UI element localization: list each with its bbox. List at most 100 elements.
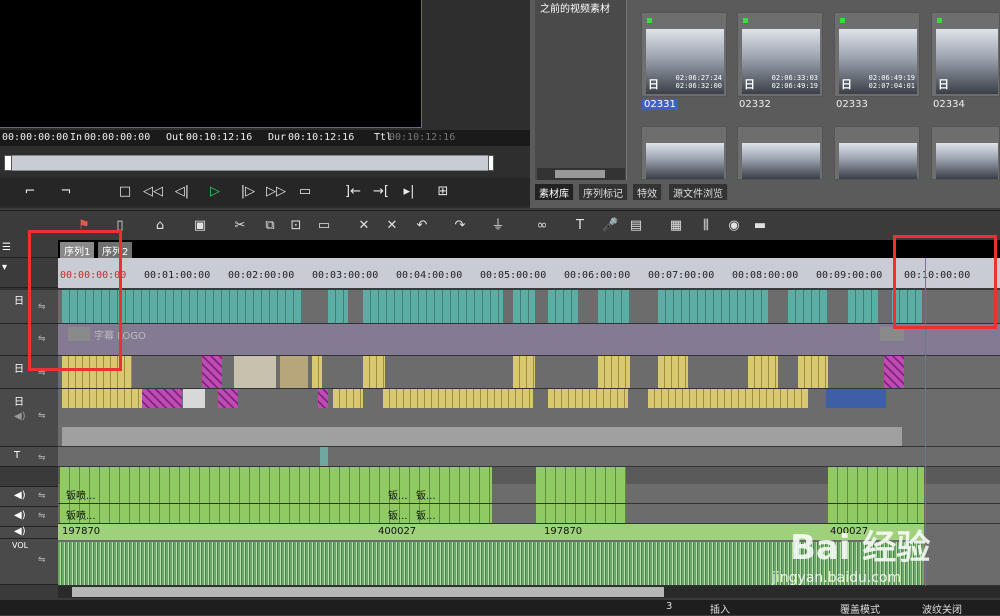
title-track[interactable]: 字幕 LOGO (58, 324, 1000, 356)
audio-clip[interactable] (60, 484, 380, 503)
ripple-delete-icon[interactable]: ✕ (356, 218, 372, 234)
scrub-handle[interactable] (4, 155, 12, 171)
timeline-scroll-thumb[interactable] (72, 587, 664, 597)
track-header-a2[interactable]: ◀) ⇋ (0, 507, 58, 527)
audio-clip[interactable] (60, 504, 380, 523)
mark-out-icon[interactable]: ¬ (58, 182, 74, 202)
copy-icon[interactable]: ⧉ (262, 218, 278, 234)
tab-effects[interactable]: 特效 (633, 184, 662, 200)
video-clip[interactable] (318, 389, 328, 408)
rewind-icon[interactable]: ◁◁ (142, 182, 164, 202)
clip-label[interactable]: 02333 (836, 99, 868, 110)
scrub-end-marker[interactable] (488, 155, 494, 171)
go-in-icon[interactable]: ]← (342, 182, 364, 202)
player-scrub-bar[interactable] (4, 155, 494, 171)
video-clip[interactable] (280, 356, 308, 388)
clip-thumbnail[interactable] (641, 126, 727, 180)
clip-thumbnail[interactable] (931, 126, 1000, 180)
video-clip[interactable] (202, 356, 222, 388)
track-header-a3[interactable]: ◀) (0, 526, 58, 539)
title-track-t[interactable] (58, 447, 1000, 467)
video-clip[interactable] (142, 389, 182, 408)
tab-asset-library[interactable]: 素材库 (535, 184, 574, 200)
video-track-v2[interactable] (58, 356, 1000, 389)
go-out-icon[interactable]: →[ (370, 182, 392, 202)
clip-thumbnail[interactable]: 日 02:06:27:24 02:06:32:00 (641, 12, 727, 97)
window-icon[interactable]: ▬ (752, 218, 768, 234)
in-timecode[interactable]: 00:00:00:00 (84, 132, 150, 143)
color-correct-icon[interactable]: ◉ (726, 218, 742, 234)
clip-thumbnail[interactable] (737, 126, 823, 180)
mark-in-icon[interactable]: ⌐ (22, 182, 38, 202)
bin-folder-scroll-thumb[interactable] (555, 170, 605, 178)
dur-timecode[interactable]: 00:10:12:16 (288, 132, 354, 143)
video-clip[interactable] (513, 356, 535, 388)
grid-icon[interactable]: ▦ (668, 218, 684, 234)
dropdown-icon[interactable]: ▾ (2, 262, 7, 273)
video-clip[interactable] (598, 356, 630, 388)
loop-icon[interactable]: ▭ (296, 182, 314, 202)
track-header-v3[interactable]: 日 ◀) ⇋ (0, 389, 58, 447)
video-clip[interactable] (234, 356, 276, 388)
video-clip[interactable] (648, 389, 808, 408)
step-forward-icon[interactable]: |▷ (238, 182, 258, 202)
video-track-v1[interactable] (58, 290, 1000, 324)
tab-source-browser[interactable]: 源文件浏览 (669, 184, 728, 200)
cut-icon[interactable]: ✂ (232, 218, 248, 234)
link-icon[interactable]: ∞ (534, 218, 550, 234)
audio-track-a1[interactable]: 钣喷... 钣... 钣... (58, 484, 1000, 504)
status-insert-mode[interactable]: 插入 (710, 601, 730, 616)
video-clip[interactable] (218, 389, 238, 408)
video-clip[interactable] (548, 389, 628, 408)
video-clip[interactable] (884, 356, 904, 388)
track-header-vol[interactable]: VOL ⇋ (0, 539, 58, 585)
video-clip[interactable] (333, 389, 363, 408)
clip-thumbnail[interactable] (834, 126, 920, 180)
audio-clip[interactable] (536, 484, 626, 503)
video-track-v3[interactable] (58, 389, 1000, 447)
tab-sequence-markers[interactable]: 序列标记 (579, 184, 628, 200)
title-clip[interactable] (320, 447, 328, 466)
video-clip[interactable] (598, 290, 630, 323)
stop-icon[interactable]: □ (116, 182, 134, 202)
bin-folder-name[interactable]: 之前的视频素材 (540, 0, 610, 15)
clip-label[interactable]: 02332 (739, 99, 771, 110)
play-icon[interactable]: ▷ (206, 182, 224, 202)
export-icon[interactable]: ▤ (628, 218, 644, 234)
fast-forward-icon[interactable]: ▷▷ (264, 182, 288, 202)
delete-icon[interactable]: ▭ (316, 218, 332, 234)
video-clip[interactable] (826, 389, 886, 408)
step-back-icon[interactable]: ◁| (172, 182, 192, 202)
video-clip[interactable] (183, 389, 205, 408)
video-clip[interactable] (798, 356, 828, 388)
video-clip[interactable] (328, 290, 348, 323)
track-header-a1[interactable]: ◀) ⇋ (0, 487, 58, 507)
video-clip[interactable] (548, 290, 578, 323)
video-clip[interactable] (312, 356, 322, 388)
audio-clip[interactable] (828, 484, 924, 503)
clip-thumbnail[interactable]: 日 02:06:49:19 02:07:04:01 (834, 12, 920, 97)
clip-thumbnail[interactable]: 日 (931, 12, 1000, 97)
mixer-icon[interactable]: ⫼ (698, 218, 714, 234)
video-clip[interactable] (788, 290, 828, 323)
video-clip[interactable] (62, 389, 142, 408)
save-icon[interactable]: ▣ (192, 218, 208, 234)
undo-icon[interactable]: ↶ (414, 218, 430, 234)
out-timecode[interactable]: 00:10:12:16 (186, 132, 252, 143)
status-overwrite-mode[interactable]: 覆盖模式 (840, 601, 880, 616)
match-frame-icon[interactable]: ⊞ (434, 182, 452, 202)
video-clip[interactable] (748, 356, 778, 388)
clip-label[interactable]: 02331 (642, 99, 678, 110)
title-clip-end[interactable] (880, 327, 904, 341)
microphone-icon[interactable]: 🎤 (602, 218, 618, 234)
audio-clip[interactable] (536, 504, 626, 523)
status-ripple[interactable]: 波纹关闭 (922, 601, 962, 616)
split-icon[interactable]: ▸| (398, 182, 420, 202)
video-clip[interactable] (848, 290, 878, 323)
paste-icon[interactable]: ⊡ (288, 218, 304, 234)
video-audio-strip[interactable] (62, 427, 902, 446)
video-clip[interactable] (363, 290, 503, 323)
redo-icon[interactable]: ↷ (452, 218, 468, 234)
video-clip[interactable] (513, 290, 535, 323)
open-icon[interactable]: ⌂ (152, 218, 168, 234)
